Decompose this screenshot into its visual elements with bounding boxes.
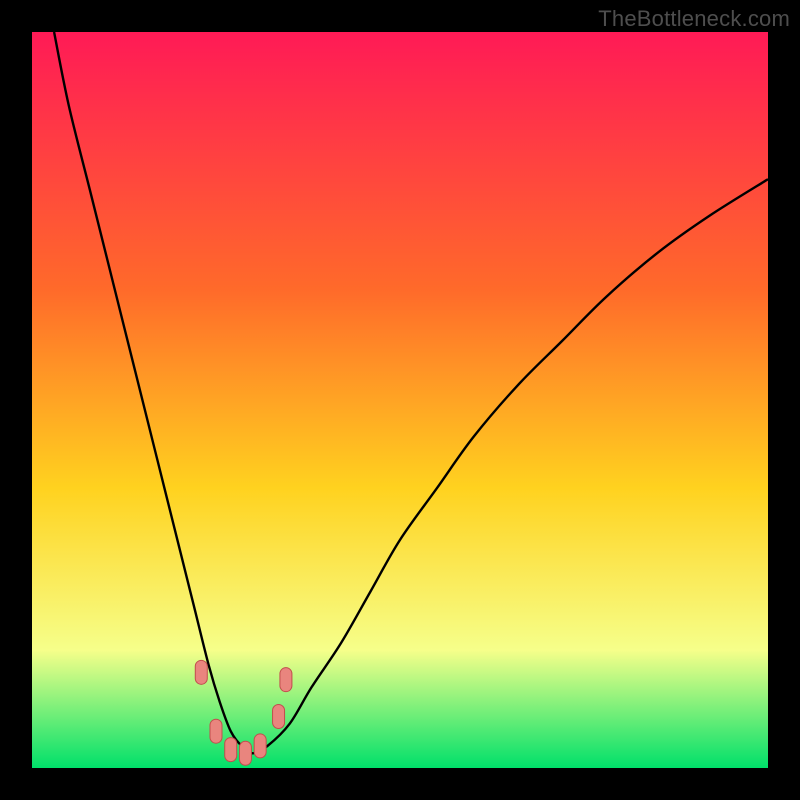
curve-marker <box>210 719 222 743</box>
curve-marker <box>195 660 207 684</box>
curve-marker <box>225 738 237 762</box>
watermark-text: TheBottleneck.com <box>598 6 790 32</box>
curve-marker <box>280 668 292 692</box>
curve-marker <box>239 741 251 765</box>
chart-frame <box>32 32 768 768</box>
curve-marker <box>273 704 285 728</box>
curve-marker <box>254 734 266 758</box>
bottleneck-chart <box>32 32 768 768</box>
